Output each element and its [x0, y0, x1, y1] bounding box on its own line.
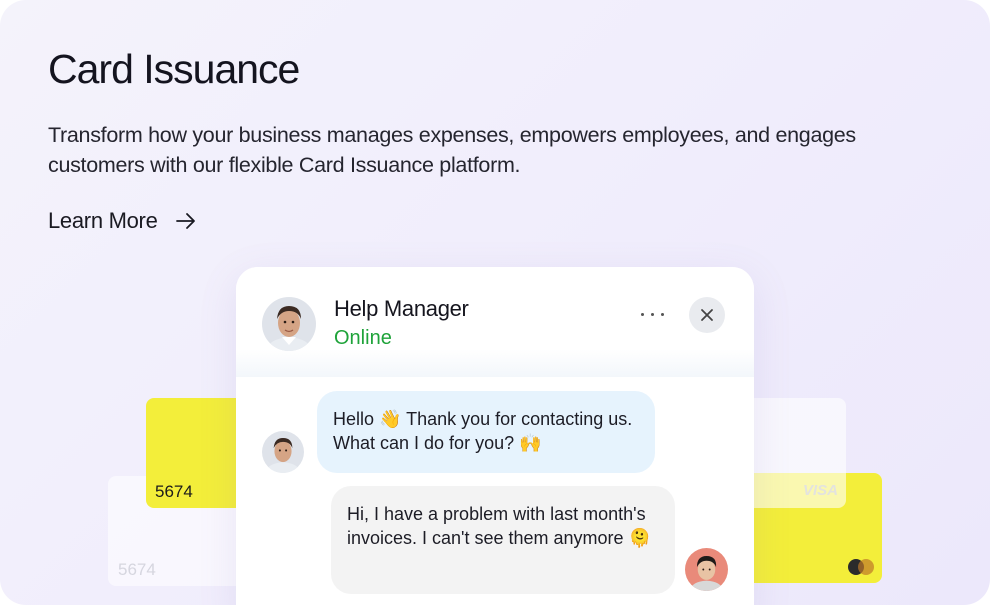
card-issuance-panel: Card Issuance Transform how your busines… [0, 0, 990, 605]
close-button[interactable] [689, 297, 725, 333]
agent-status: Online [334, 327, 392, 349]
arrow-right-icon [175, 213, 195, 229]
more-options-button[interactable] [636, 303, 670, 323]
agent-message-avatar [262, 431, 304, 473]
card-brand-label: VISA [802, 482, 838, 499]
close-icon [701, 309, 713, 321]
agent-message-bubble: Hello 👋 Thank you for contacting us. Wha… [317, 391, 655, 473]
user-message-bubble: Hi, I have a problem with last month's i… [331, 486, 675, 594]
card-network-logo [848, 559, 874, 575]
section-description: Transform how your business manages expe… [48, 123, 856, 177]
user-avatar [685, 548, 728, 591]
chat-widget: Help Manager Online Hello 👋 Thank you fo… [236, 267, 754, 605]
learn-more-link[interactable]: Learn More [48, 208, 198, 234]
more-icon [641, 313, 644, 316]
agent-name: Help Manager [334, 296, 469, 321]
agent-avatar [262, 297, 316, 351]
card-number: 5674 [155, 482, 193, 501]
card-number-back: 5674 [118, 560, 156, 579]
page-title: Card Issuance [48, 46, 300, 92]
learn-more-label: Learn More [48, 208, 158, 233]
